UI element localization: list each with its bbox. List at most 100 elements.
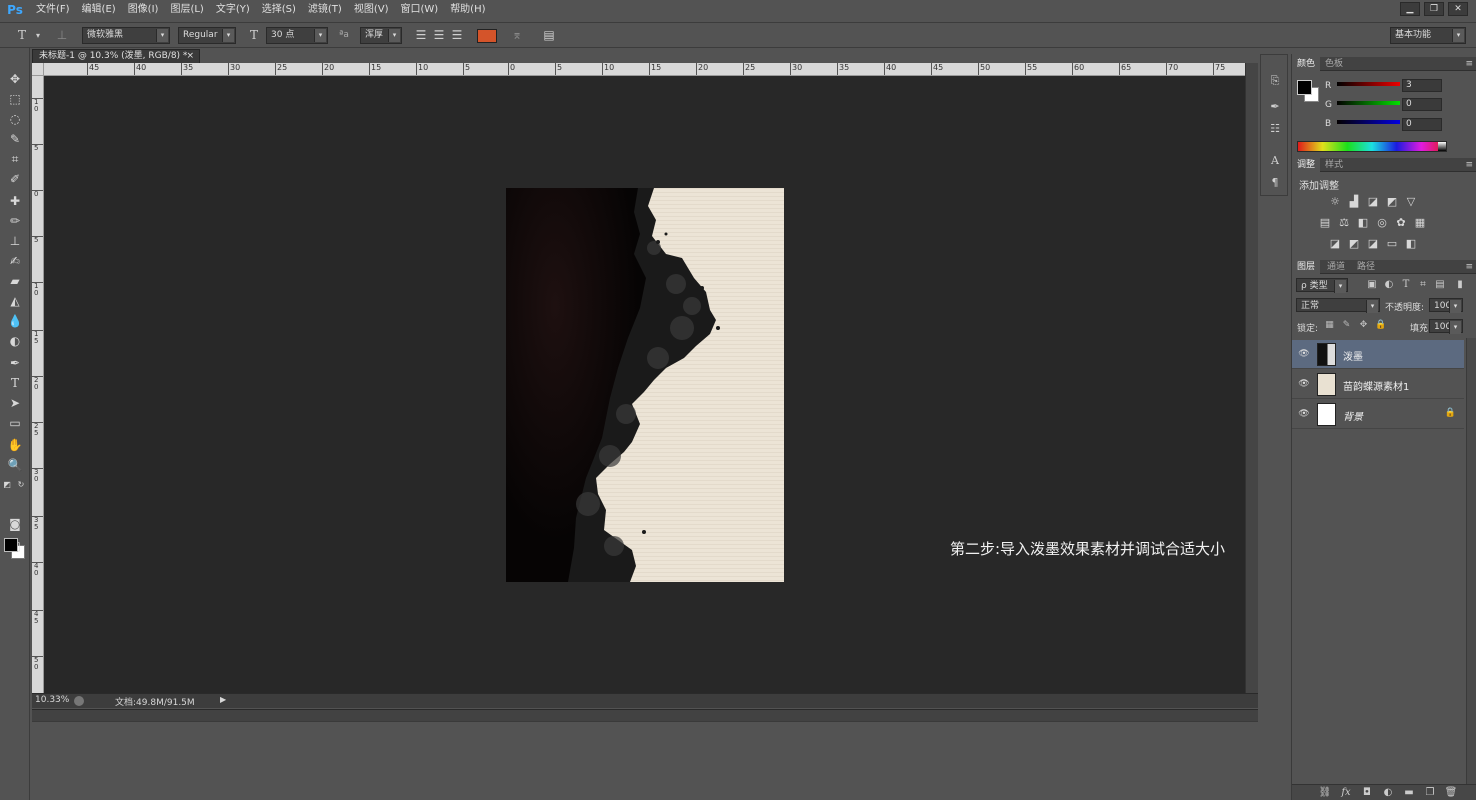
channel-b-input[interactable]: 0 [1402,118,1442,131]
filter-adjustment-icon[interactable]: ◐ [1383,278,1395,292]
tab-styles[interactable]: 样式 [1320,158,1348,172]
menu-help[interactable]: 帮助(H) [444,0,491,20]
paragraph-panel-icon[interactable]: ¶ [1267,175,1283,191]
ink-splash-image[interactable] [506,188,784,582]
curves-icon[interactable]: ◪ [1366,195,1380,208]
filter-shape-icon[interactable]: ⌗ [1417,278,1429,292]
restore-button[interactable]: ❐ [1424,2,1444,16]
menu-view[interactable]: 视图(V) [348,0,395,20]
levels-icon[interactable]: ▟ [1347,195,1361,208]
menu-layer[interactable]: 图层(L) [164,0,209,20]
channel-r-slider[interactable] [1337,82,1400,86]
preset-caret-icon[interactable]: ▾ [30,27,46,44]
history-panel-icon[interactable]: ⎘ [1267,73,1283,89]
menu-type[interactable]: 文字(Y) [210,0,256,20]
lock-all-icon[interactable]: 🔒 [1375,320,1386,331]
visibility-eye-icon[interactable]: 👁 [1298,378,1310,390]
lock-position-icon[interactable]: ✥ [1358,320,1369,331]
panel-menu-icon[interactable]: ≡ [1465,260,1473,274]
new-layer-icon[interactable]: ❐ [1423,786,1437,800]
canvas-vertical-scrollbar[interactable] [1245,63,1258,693]
align-center-icon[interactable]: ☰ [431,27,447,44]
panel-menu-icon[interactable]: ≡ [1465,57,1473,71]
invert-icon[interactable]: ◪ [1328,237,1342,250]
brightness-contrast-icon[interactable]: ☼ [1328,195,1342,208]
status-menu-arrow-icon[interactable]: ▶ [220,695,226,704]
delete-layer-icon[interactable]: 🗑 [1444,786,1458,800]
color-spectrum-bar[interactable] [1297,141,1447,152]
rectangle-tool-icon[interactable]: ▭ [5,414,25,432]
color-panel-foreground[interactable] [1297,80,1312,95]
tab-adjustments[interactable]: 调整 [1292,158,1321,172]
align-right-icon[interactable]: ☰ [449,27,465,44]
minimize-button[interactable]: ▁ [1400,2,1420,16]
channel-g-slider[interactable] [1337,101,1400,105]
menu-file[interactable]: 文件(F) [30,0,76,20]
marquee-tool-icon[interactable]: ⬚ [5,90,25,108]
font-style-dropdown[interactable]: Regular ▾ [178,27,236,44]
vertical-ruler[interactable]: 1 0 5 0 5 1 0 1 5 2 0 2 5 3 0 3 5 4 0 4 … [32,76,44,693]
menu-window[interactable]: 窗口(W) [394,0,444,20]
posterize-icon[interactable]: ◩ [1347,237,1361,250]
hue-saturation-icon[interactable]: ▤ [1318,216,1332,229]
channel-r-input[interactable]: 3 [1402,79,1442,92]
blur-tool-icon[interactable]: 💧 [5,312,25,330]
font-size-dropdown[interactable]: 30 点 ▾ [266,27,328,44]
visibility-eye-icon[interactable]: 👁 [1298,348,1310,360]
layer-filter-dropdown[interactable]: ρ 类型 ▾ [1296,278,1348,293]
ruler-origin[interactable] [32,63,44,76]
warp-text-icon[interactable]: ⌆ [509,27,525,44]
new-adjustment-layer-icon[interactable]: ◐ [1381,786,1395,800]
healing-brush-tool-icon[interactable]: ✚ [5,192,25,210]
close-button[interactable]: ✕ [1448,2,1468,16]
swap-colors-icon[interactable]: ↻ [16,476,26,494]
lasso-tool-icon[interactable]: ◌ [5,110,25,128]
tab-color[interactable]: 颜色 [1292,57,1321,71]
vibrance-icon[interactable]: ▽ [1404,195,1418,208]
color-balance-icon[interactable]: ⚖ [1337,216,1351,229]
document-tab[interactable]: 未标题-1 @ 10.3% (泼墨, RGB/8) * × [32,49,200,63]
quick-select-tool-icon[interactable]: ✎ [5,130,25,148]
layers-scrollbar[interactable] [1466,338,1476,784]
layer-row-ink[interactable]: 👁 泼墨 [1292,340,1464,369]
layer-style-icon[interactable]: fx [1339,786,1353,800]
selective-color-icon[interactable]: ◧ [1404,237,1418,250]
visibility-eye-icon[interactable]: 👁 [1298,408,1310,420]
color-lookup-icon[interactable]: ▦ [1413,216,1427,229]
eyedropper-tool-icon[interactable]: ✐ [5,170,25,188]
workspace-dropdown[interactable]: 基本功能 ▾ [1390,27,1466,44]
quick-mask-icon[interactable]: ◙ [5,515,25,533]
antialias-dropdown[interactable]: 浑厚 ▾ [360,27,402,44]
horizontal-ruler[interactable]: 45 40 35 30 25 20 15 10 5 0 5 10 15 20 2… [44,63,1245,76]
link-layers-icon[interactable]: ⛓ [1318,786,1332,800]
zoom-tool-icon[interactable]: 🔍 [5,456,25,474]
opacity-input[interactable]: 100% ▾ [1429,298,1463,313]
history-brush-tool-icon[interactable]: ✍ [5,252,25,270]
gradient-map-icon[interactable]: ▭ [1385,237,1399,250]
path-select-tool-icon[interactable]: ➤ [5,394,25,412]
tab-channels[interactable]: 通道 [1322,260,1350,274]
type-tool-preset-icon[interactable]: T [14,27,30,44]
canvas-area[interactable]: 第二步:导入泼墨效果素材并调试合适大小 [44,76,1245,693]
fill-input[interactable]: 100% ▾ [1429,319,1463,334]
layer-row-material[interactable]: 👁 苗韵蝶源素材1 [1292,370,1464,399]
threshold-icon[interactable]: ◪ [1366,237,1380,250]
character-panel-icon[interactable]: ▤ [541,27,557,44]
character-panel-icon[interactable]: A [1267,153,1283,169]
channel-mixer-icon[interactable]: ✿ [1394,216,1408,229]
tab-paths[interactable]: 路径 [1352,260,1380,274]
hand-tool-icon[interactable]: ✋ [5,436,25,454]
add-mask-icon[interactable]: ◘ [1360,786,1374,800]
crop-tool-icon[interactable]: ⌗ [5,150,25,168]
dodge-tool-icon[interactable]: ◐ [5,332,25,350]
lock-transparent-icon[interactable]: ▦ [1324,320,1335,331]
default-colors-icon[interactable]: ◩ [2,476,12,494]
paint-bucket-tool-icon[interactable]: ◭ [5,292,25,310]
panel-menu-icon[interactable]: ≡ [1465,158,1473,172]
black-white-icon[interactable]: ◧ [1356,216,1370,229]
filter-type-icon[interactable]: T [1400,278,1412,292]
font-family-dropdown[interactable]: 微软雅黑 ▾ [82,27,170,44]
tab-swatches[interactable]: 色板 [1320,57,1348,71]
clone-stamp-tool-icon[interactable]: ⊥ [5,232,25,250]
align-left-icon[interactable]: ☰ [413,27,429,44]
